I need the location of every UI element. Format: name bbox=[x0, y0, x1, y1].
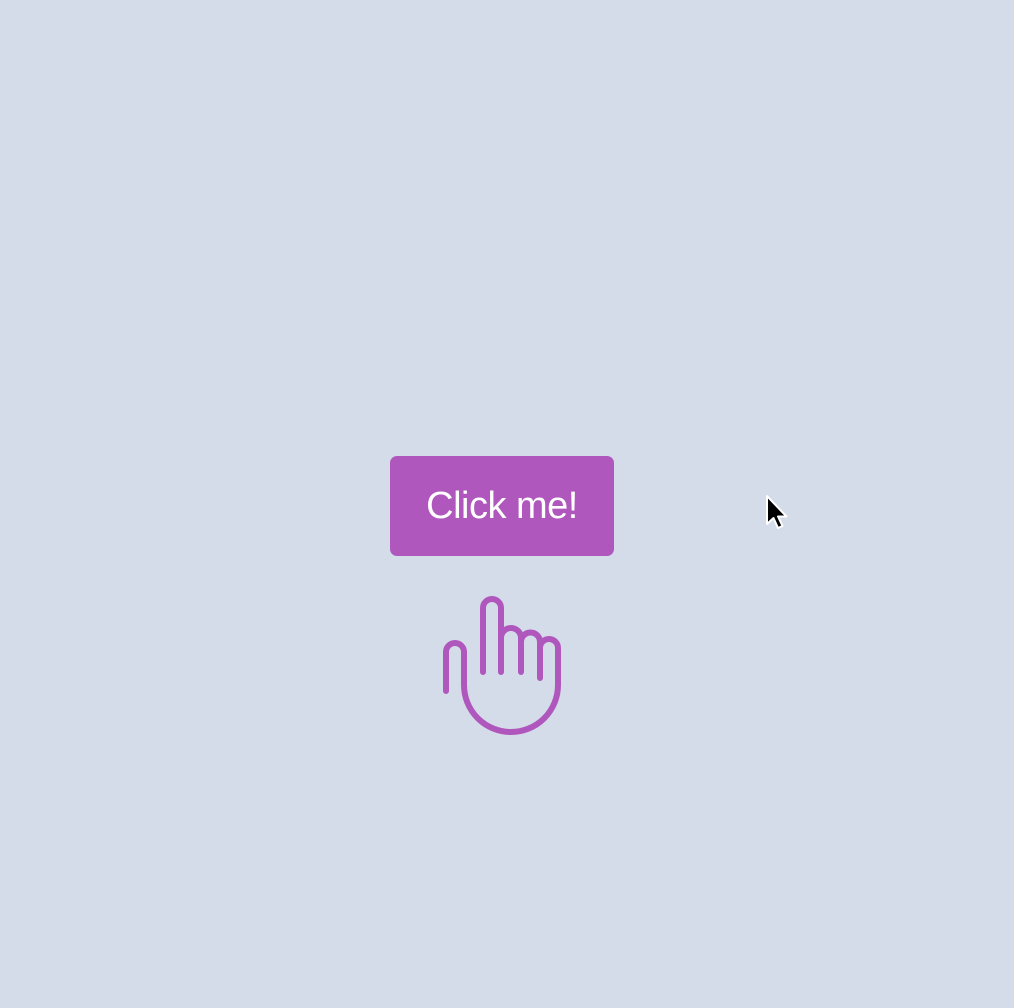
mouse-cursor-icon bbox=[766, 495, 788, 529]
page-canvas: Click me! bbox=[0, 0, 1014, 1008]
click-me-button[interactable]: Click me! bbox=[390, 456, 614, 556]
pointing-hand-icon bbox=[443, 596, 561, 735]
